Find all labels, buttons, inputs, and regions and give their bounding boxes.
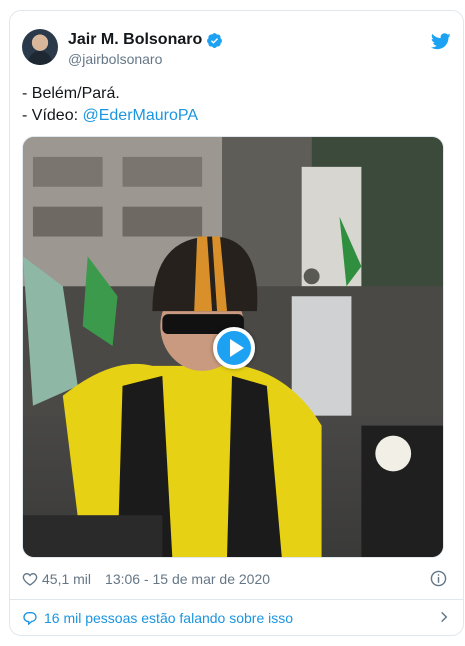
verified-badge-icon xyxy=(207,32,223,48)
conversation-text[interactable]: 16 mil pessoas estão falando sobre isso xyxy=(44,610,293,626)
heart-icon[interactable] xyxy=(22,571,38,587)
avatar[interactable] xyxy=(22,29,58,65)
video-player[interactable] xyxy=(22,136,444,558)
like-count[interactable]: 45,1 mil xyxy=(42,571,91,587)
tweet-timestamp[interactable]: 13:06 - 15 de mar de 2020 xyxy=(105,571,270,587)
tweet-text: - Belém/Pará. - Vídeo: @EderMauroPA xyxy=(22,83,442,127)
author-name-row[interactable]: Jair M. Bolsonaro xyxy=(68,30,223,50)
tweet-card[interactable]: Jair M. Bolsonaro @jairbolsonaro - Belém… xyxy=(9,10,464,636)
info-icon[interactable] xyxy=(430,570,447,587)
tweet-line-video: - Vídeo: @EderMauroPA xyxy=(22,105,442,127)
speech-bubble-icon xyxy=(23,612,37,626)
author-display-name[interactable]: Jair M. Bolsonaro xyxy=(68,31,202,49)
twitter-bird-icon[interactable] xyxy=(431,33,451,50)
mention-link[interactable]: @EderMauroPA xyxy=(82,107,198,124)
play-icon[interactable] xyxy=(213,327,255,369)
conversation-link[interactable]: 16 mil pessoas estão falando sobre isso xyxy=(22,608,451,628)
tweet-meta: 45,1 mil 13:06 - 15 de mar de 2020 xyxy=(22,569,270,589)
tweet-header: Jair M. Bolsonaro @jairbolsonaro xyxy=(22,29,451,69)
chevron-right-icon[interactable] xyxy=(437,610,451,624)
author-handle[interactable]: @jairbolsonaro xyxy=(68,51,162,67)
tweet-video-prefix: - Vídeo: xyxy=(22,107,83,124)
divider xyxy=(10,599,463,600)
tweet-line-location: - Belém/Pará. xyxy=(22,85,120,102)
